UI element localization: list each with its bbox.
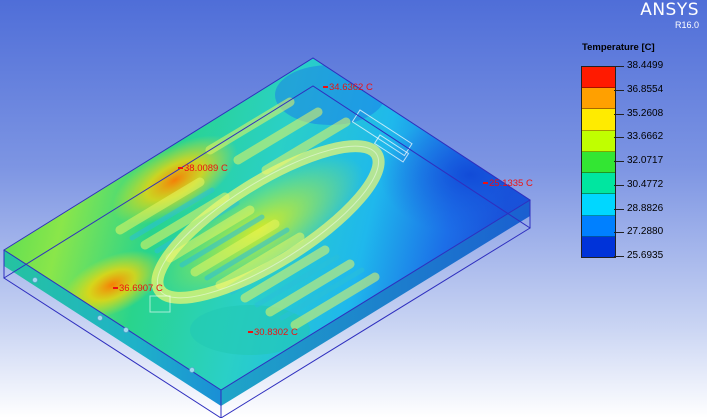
probe-label: 36.6907 C <box>119 283 163 294</box>
probe-label: 30.8302 C <box>254 327 298 338</box>
legend-value: 33.6662 <box>627 131 664 143</box>
graphics-viewport[interactable]: 34.6362 C 38.0089 C 25.1335 C 36.6907 C 30.8… <box>0 0 707 418</box>
probe-marker[interactable]: 25.1335 C <box>483 178 533 189</box>
legend-band <box>582 215 615 237</box>
color-legend-bar[interactable] <box>581 66 616 258</box>
probe-marker[interactable]: 30.8302 C <box>248 327 298 338</box>
legend-value: 30.4772 <box>627 178 664 190</box>
legend-tick <box>614 113 624 115</box>
legend-value: 32.0717 <box>627 155 664 166</box>
legend-tick <box>614 184 624 186</box>
legend-band <box>582 88 615 110</box>
probe-label: 34.6362 C <box>329 82 373 93</box>
legend-band <box>582 173 615 195</box>
probe-label: 38.0089 C <box>184 163 228 174</box>
legend-value: 38.4499 <box>627 60 664 71</box>
legend-title: Temperature [C] <box>582 42 655 53</box>
legend-band <box>582 194 615 216</box>
brand-name: ANSYS <box>640 0 699 20</box>
legend-band <box>582 151 615 174</box>
legend-value: 25.6935 <box>627 250 664 261</box>
legend-value: 27.2880 <box>627 226 664 238</box>
brand-version: R16.0 <box>674 20 699 30</box>
probe-marker[interactable]: 36.6907 C <box>113 283 163 294</box>
legend-tick <box>614 161 624 162</box>
legend-value: 36.8554 <box>627 83 664 95</box>
legend-band <box>582 130 615 152</box>
legend-tick <box>614 137 624 139</box>
legend-band <box>582 236 615 257</box>
legend-tick <box>614 66 624 67</box>
probe-marker[interactable]: 34.6362 C <box>323 82 373 93</box>
legend-band <box>582 67 615 89</box>
legend-value: 35.2608 <box>627 107 664 119</box>
legend-tick <box>614 89 624 91</box>
legend-band <box>582 109 615 131</box>
ansys-logo: ANSYS R16.0 <box>640 0 699 31</box>
probe-label: 25.1335 C <box>489 178 533 189</box>
legend-tick <box>614 232 624 234</box>
legend-tick <box>614 208 624 210</box>
probe-marker[interactable]: 38.0089 C <box>178 163 228 174</box>
legend-value: 28.8826 <box>627 202 664 214</box>
legend-tick <box>614 256 624 257</box>
